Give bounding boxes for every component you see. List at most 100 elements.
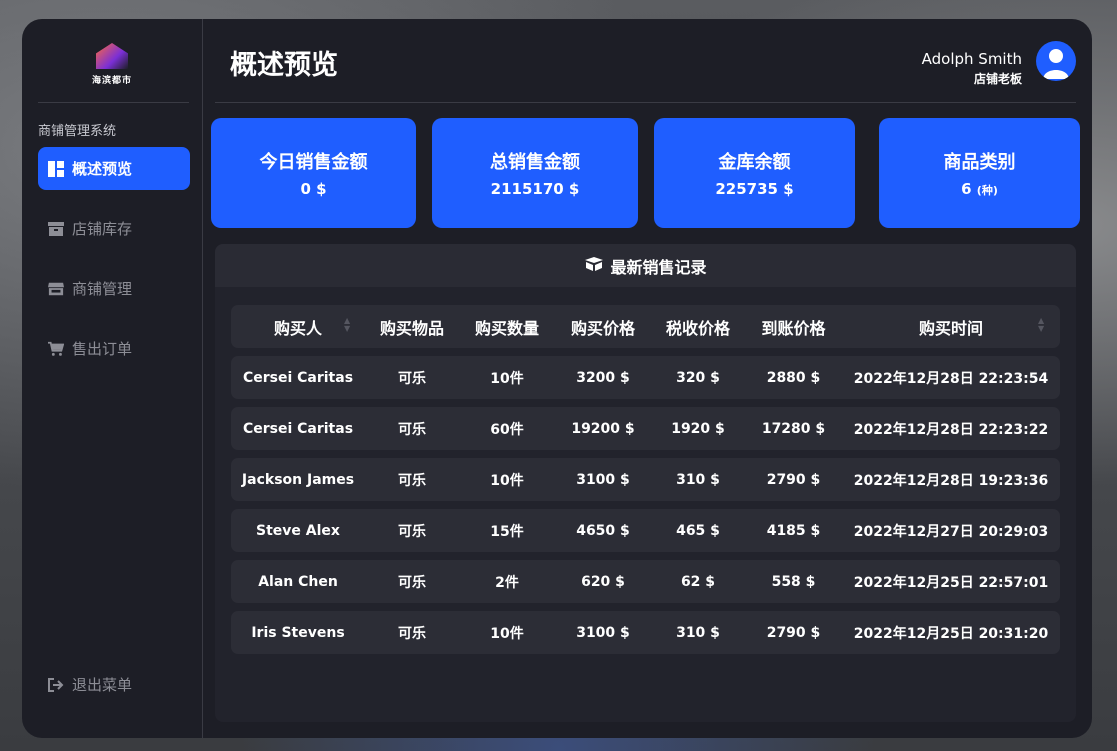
table-row[interactable]: Iris Stevens 可乐 10件 3100 $ 310 $ 2790 $ 2022年1… [231,611,1060,654]
table-cell: 2件 [495,574,519,591]
table-cell: 19200 $ [571,420,635,437]
table-cell: 可乐 [398,523,426,540]
sort-icon[interactable]: ▲ ▼ [344,317,350,333]
stat-label: 商品类别 [943,152,1016,173]
table-row[interactable]: Cersei Caritas 可乐 60件 19200 $ 1920 $ 17280 $ 2… [231,407,1060,450]
table-row[interactable]: Alan Chen 可乐 2件 620 $ 62 $ 558 $ 2022年12月25日 2… [231,560,1060,603]
avatar[interactable] [1036,41,1076,81]
sidebar: 海滨都市 商铺管理系统 概述预览 店铺库存 商铺管理 售出订单 退出菜单 [22,19,203,738]
column-header[interactable]: 购买时间 [842,315,1060,339]
stat-value: 6 (种) [961,180,998,198]
table-cell: Alan Chen [258,573,338,590]
table-cell: 可乐 [398,574,426,591]
stat-value: 0 $ [300,180,327,198]
sidebar-divider [38,102,189,103]
table-cell: 465 $ [676,522,720,539]
table-cell: 60件 [490,421,524,438]
logo: 海滨都市 [83,43,141,89]
table-row[interactable]: Jackson James 可乐 10件 3100 $ 310 $ 2790 $ 2022年… [231,458,1060,501]
sidebar-item-label: 商铺管理 [72,280,133,298]
table-cell: 2022年12月28日 22:23:22 [853,421,1049,438]
sign-out-icon [48,677,64,693]
table-cell: 1920 $ [671,420,725,437]
user-icon [1043,49,1069,79]
stat-unit: (种) [976,184,998,197]
table-cell: 15件 [490,523,524,540]
cart-icon [48,341,64,357]
table-row[interactable]: Cersei Caritas 可乐 10件 3200 $ 320 $ 2880 $ 2022… [231,356,1060,399]
stat-label: 今日销售金额 [259,152,368,173]
table-cell: 3200 $ [576,369,630,386]
logout-label: 退出菜单 [72,676,133,694]
column-header[interactable]: 购买物品 [365,315,459,339]
table-cell: 320 $ [676,369,720,386]
table-cell: 10件 [490,625,524,642]
sort-icon[interactable]: ▲ ▼ [1038,317,1044,333]
stat-number: 6 [961,180,972,198]
column-header[interactable]: 购买价格 [555,315,651,339]
table-cell: Iris Stevens [251,624,345,641]
table-cell: Jackson James [241,471,355,488]
stat-card-vault-balance: 金库余额 225735 $ [654,118,855,228]
user-role: 店铺老板 [973,72,1022,86]
table-cell: 3100 $ [576,471,630,488]
system-caption: 商铺管理系统 [38,124,117,139]
table-cell: Cersei Caritas [242,420,354,437]
table-cell: 可乐 [398,421,426,438]
dashboard-icon [48,160,64,177]
logo-text: 海滨都市 [91,76,132,86]
sidebar-item-label: 概述预览 [72,160,133,178]
sidebar-item-label: 售出订单 [72,340,133,358]
column-header[interactable]: 购买数量 [459,315,555,339]
stat-value: 2115170 $ [490,180,580,198]
table-cell: 10件 [490,472,524,489]
stat-value: 225735 $ [715,180,794,198]
table-cell: Steve Alex [256,522,340,539]
column-header[interactable]: 到账价格 [745,315,842,339]
stat-card-today-sales: 今日销售金额 0 $ [211,118,416,228]
sidebar-item-label: 店铺库存 [72,220,133,238]
table-cell: 310 $ [676,624,720,641]
user-info: Adolph Smith 店铺老板 [922,50,1022,87]
table-row[interactable]: Steve Alex 可乐 15件 4650 $ 465 $ 4185 $ 2022年12月… [231,509,1060,552]
table-cell: 2022年12月27日 20:29:03 [853,523,1049,540]
sidebar-item-inventory[interactable]: 店铺库存 [38,207,190,250]
table-cell: 558 $ [771,573,816,590]
table-cell: 2022年12月28日 22:23:54 [853,370,1049,387]
table-cell: 620 $ [581,573,625,590]
sidebar-item-shop-management[interactable]: 商铺管理 [38,267,190,310]
table-cell: 3100 $ [576,624,630,641]
store-icon [48,281,64,297]
table-cell: 2022年12月25日 20:31:20 [853,625,1049,642]
sales-records-title: 最新销售记录 [215,244,1076,287]
logo-mark [96,43,128,69]
table-cell: 2022年12月28日 19:23:36 [853,472,1049,489]
column-header[interactable]: 税收价格 [651,315,745,339]
sales-records-panel: 最新销售记录 购买人 购买物品 购买数量 购买价格 税收价格 到账价格 购买时间… [215,244,1076,722]
table-cell: Cersei Caritas [242,369,354,386]
sidebar-item-overview[interactable]: 概述预览 [38,147,190,190]
records-title-text: 最新销售记录 [610,257,707,277]
table-cell: 4185 $ [766,522,821,539]
logout-button[interactable]: 退出菜单 [48,674,132,695]
boxes-icon [584,256,604,275]
table-cell: 62 $ [680,573,716,590]
header-divider [215,102,1076,103]
table-header: 购买人 购买物品 购买数量 购买价格 税收价格 到账价格 购买时间 ▲ ▼ ▲ ▼ [231,305,1060,348]
table-cell: 2790 $ [766,471,821,488]
table-cell: 10件 [490,370,524,387]
table-cell: 310 $ [676,471,720,488]
stat-card-product-categories: 商品类别 6 (种) [879,118,1080,228]
table-cell: 可乐 [398,472,426,489]
table-cell: 2880 $ [766,369,821,386]
table-cell: 可乐 [398,370,426,387]
table-cell: 2790 $ [766,624,821,641]
app-window: 海滨都市 商铺管理系统 概述预览 店铺库存 商铺管理 售出订单 退出菜单 概述预… [22,19,1092,738]
sidebar-item-sold-orders[interactable]: 售出订单 [38,327,190,370]
page-title: 概述预览 [230,50,338,81]
stat-label: 金库余额 [718,152,791,173]
box-icon [48,221,64,237]
table-cell: 可乐 [398,625,426,642]
table-cell: 2022年12月25日 22:57:01 [853,574,1049,591]
stat-label: 总销售金额 [490,152,580,173]
